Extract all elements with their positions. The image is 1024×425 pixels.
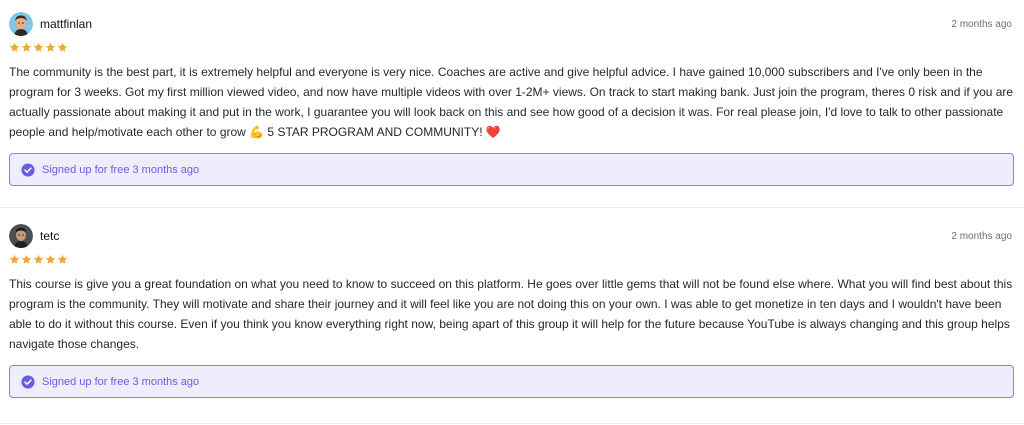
check-circle-icon	[21, 374, 35, 389]
star-icon	[45, 254, 56, 264]
star-icon	[57, 254, 68, 264]
star-icon	[21, 254, 32, 264]
star-icon	[9, 254, 20, 264]
review-time: 2 months ago	[951, 230, 1012, 242]
review-text: The community is the best part, it is ex…	[9, 65, 1014, 139]
review-card: mattfinlan 2 months ago The community is…	[0, 0, 1024, 208]
avatar[interactable]	[9, 224, 33, 248]
review-header: mattfinlan 2 months ago	[9, 12, 1014, 36]
review-header: tetc 2 months ago	[9, 224, 1014, 248]
signup-badge: Signed up for free 3 months ago	[9, 153, 1014, 186]
username[interactable]: tetc	[40, 229, 59, 243]
star-icon	[33, 254, 44, 264]
check-circle-icon	[21, 162, 35, 177]
signup-text: Signed up for free 3 months ago	[42, 375, 200, 388]
star-icon	[21, 42, 32, 52]
review-time: 2 months ago	[951, 18, 1012, 30]
star-icon	[57, 42, 68, 52]
review-card: tetc 2 months ago This course is give yo…	[0, 208, 1024, 424]
star-icon	[9, 42, 20, 52]
star-icon	[33, 42, 44, 52]
signup-text: Signed up for free 3 months ago	[42, 163, 200, 176]
username[interactable]: mattfinlan	[40, 17, 92, 31]
review-text: This course is give you a great foundati…	[9, 277, 1013, 351]
star-rating	[9, 254, 1014, 265]
signup-badge: Signed up for free 3 months ago	[9, 365, 1014, 398]
star-rating	[9, 42, 1014, 53]
avatar[interactable]	[9, 12, 33, 36]
star-icon	[45, 42, 56, 52]
